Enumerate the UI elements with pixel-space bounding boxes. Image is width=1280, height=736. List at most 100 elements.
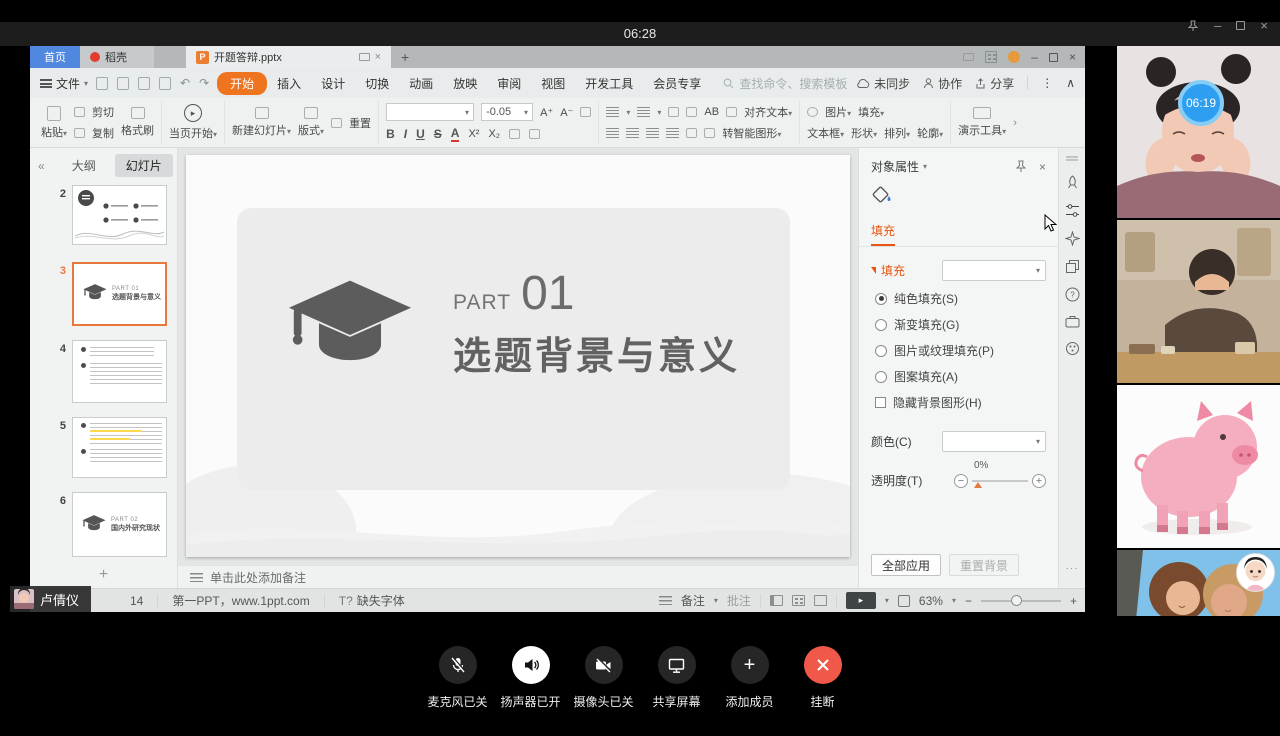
participant-video-1[interactable]: 06:19 (1117, 46, 1280, 218)
export-icon[interactable] (117, 77, 129, 90)
slide-canvas[interactable]: PART 01 选题背景与意义 单击此处添加备注 (178, 148, 858, 588)
new-slide-button[interactable]: 新建幻灯片▾ (232, 107, 291, 138)
section-collapse-icon[interactable] (871, 267, 876, 274)
tab-outline[interactable]: 大纲 (61, 154, 107, 177)
zoom-slider[interactable] (981, 600, 1061, 602)
hangup-control[interactable]: 挂断 (795, 646, 851, 736)
justify-icon[interactable] (666, 128, 679, 139)
close-window-button[interactable]: × (1260, 19, 1268, 32)
restore-window-button[interactable] (1236, 21, 1245, 30)
menu-transition[interactable]: 切换 (355, 75, 399, 92)
shapes-gallery-icon[interactable] (807, 107, 818, 117)
undo-icon[interactable]: ↶ (180, 76, 190, 90)
tab-slides[interactable]: 幻灯片 (115, 154, 173, 177)
align-right-icon[interactable] (646, 128, 659, 139)
copy-button[interactable]: 复制 (74, 125, 114, 141)
align-center-icon[interactable] (626, 128, 639, 139)
menu-member[interactable]: 会员专享 (643, 75, 711, 92)
font-family-select[interactable]: ▾ (386, 103, 474, 121)
option-picture-fill[interactable]: 图片或纹理填充(P) (875, 342, 1046, 359)
option-gradient-fill[interactable]: 渐变填充(G) (875, 316, 1046, 333)
close-tab-icon[interactable]: × (375, 51, 381, 63)
normal-view-icon[interactable] (770, 595, 783, 606)
wps-restore-button[interactable] (1049, 53, 1058, 62)
text-direction-icon[interactable] (704, 128, 715, 138)
slideshow-play-button[interactable]: ▸ (846, 592, 876, 609)
zoom-slider-knob[interactable] (1011, 595, 1022, 606)
decrease-font-button[interactable]: A⁻ (560, 106, 573, 119)
menu-review[interactable]: 审阅 (487, 75, 531, 92)
save-icon[interactable] (96, 77, 108, 90)
reset-button[interactable]: 重置 (331, 115, 371, 131)
decrease-indent-icon[interactable] (668, 107, 679, 117)
pin-panel-icon[interactable] (1015, 160, 1027, 173)
slide-thumbnail-4[interactable] (72, 340, 167, 403)
new-tab-button[interactable]: + (391, 46, 419, 68)
slider-marker[interactable] (974, 482, 982, 488)
menu-start[interactable]: 开始 (217, 72, 267, 95)
fit-to-window-icon[interactable] (898, 595, 910, 607)
cut-button[interactable]: 剪切 (74, 104, 114, 120)
menu-view[interactable]: 视图 (531, 75, 575, 92)
option-pattern-fill[interactable]: 图案填充(A) (875, 368, 1046, 385)
columns-icon[interactable] (686, 128, 697, 138)
hangup-icon[interactable] (804, 646, 842, 684)
participant-video-2[interactable] (1117, 220, 1280, 383)
option-hide-background[interactable]: 隐藏背景图形(H) (875, 394, 1046, 411)
slide-thumbnail-3-selected[interactable]: PART 01 选题背景与意义 (72, 262, 167, 326)
mic-control[interactable]: 麦克风已关 (430, 646, 486, 736)
add-member-control[interactable]: + 添加成员 (722, 646, 778, 736)
clear-format-icon[interactable] (580, 107, 591, 117)
slide-thumbnail-2[interactable] (72, 185, 167, 245)
italic-button[interactable]: I (404, 127, 407, 141)
file-menu[interactable]: 文件 ▾ (40, 75, 88, 92)
picture-button[interactable]: 图片▾ (825, 104, 851, 120)
decrease-transparency-button[interactable]: − (954, 474, 968, 488)
superscript-button[interactable]: X² (468, 128, 479, 140)
rocket-icon[interactable] (1065, 175, 1080, 190)
menu-design[interactable]: 设计 (311, 75, 355, 92)
share-screen-icon[interactable] (658, 646, 696, 684)
fill-button[interactable]: 填充▾ (858, 104, 884, 120)
to-smart-graphic-button[interactable]: 转智能图形▾ (722, 125, 781, 141)
underline-button[interactable]: U (416, 127, 425, 141)
more-menu-icon[interactable]: ⋮ (1041, 76, 1053, 90)
tab-document[interactable]: P 开题答辩.pptx × (186, 46, 391, 68)
align-left-icon[interactable] (606, 128, 619, 139)
collapse-sidebar-icon[interactable]: « (30, 159, 53, 173)
font-color-button[interactable]: A (451, 126, 460, 142)
briefcase-icon[interactable] (1065, 315, 1080, 328)
notes-toggle[interactable]: 备注 (681, 592, 705, 609)
print-icon[interactable] (138, 77, 150, 90)
increase-font-button[interactable]: A⁺ (540, 106, 553, 119)
collaborate-button[interactable]: 协作 (923, 75, 962, 92)
fill-type-select[interactable]: ▾ (942, 260, 1046, 281)
shape-button[interactable]: 形状▾ (851, 125, 877, 141)
numbered-list-icon[interactable] (637, 107, 650, 118)
ribbon-expand-icon[interactable]: › (1013, 117, 1017, 129)
wps-close-button[interactable]: × (1069, 50, 1076, 64)
add-slide-button[interactable]: + (30, 566, 177, 584)
textbox-button[interactable]: 文本框▾ (807, 125, 844, 141)
text-effects-icon[interactable] (509, 129, 520, 139)
minimize-window-button[interactable]: – (1214, 19, 1221, 32)
strip-more-icon[interactable]: ··· (1059, 563, 1085, 574)
participant-video-3[interactable] (1117, 385, 1280, 548)
zoom-out-button[interactable]: − (965, 594, 972, 608)
effects-star-icon[interactable] (1065, 231, 1080, 246)
drag-handle-icon[interactable] (1065, 156, 1079, 162)
menu-insert[interactable]: 插入 (267, 75, 311, 92)
notes-placeholder[interactable]: 单击此处添加备注 (178, 565, 858, 588)
menu-animation[interactable]: 动画 (399, 75, 443, 92)
help-icon[interactable]: ? (1065, 287, 1080, 302)
grid-icon[interactable] (985, 51, 997, 63)
slide-sorter-icon[interactable] (792, 595, 805, 606)
transparency-slider[interactable] (972, 480, 1028, 482)
paste-button[interactable]: 粘贴▾ (41, 106, 67, 140)
slide-thumbnail-5[interactable] (72, 417, 167, 478)
arrange-button[interactable]: 排列▾ (884, 125, 910, 141)
bold-button[interactable]: B (386, 127, 395, 141)
bullet-list-icon[interactable] (606, 107, 619, 118)
comments-toggle[interactable]: 批注 (727, 592, 751, 609)
play-from-page-button[interactable]: ▸ 当页开始▾ (169, 104, 217, 141)
